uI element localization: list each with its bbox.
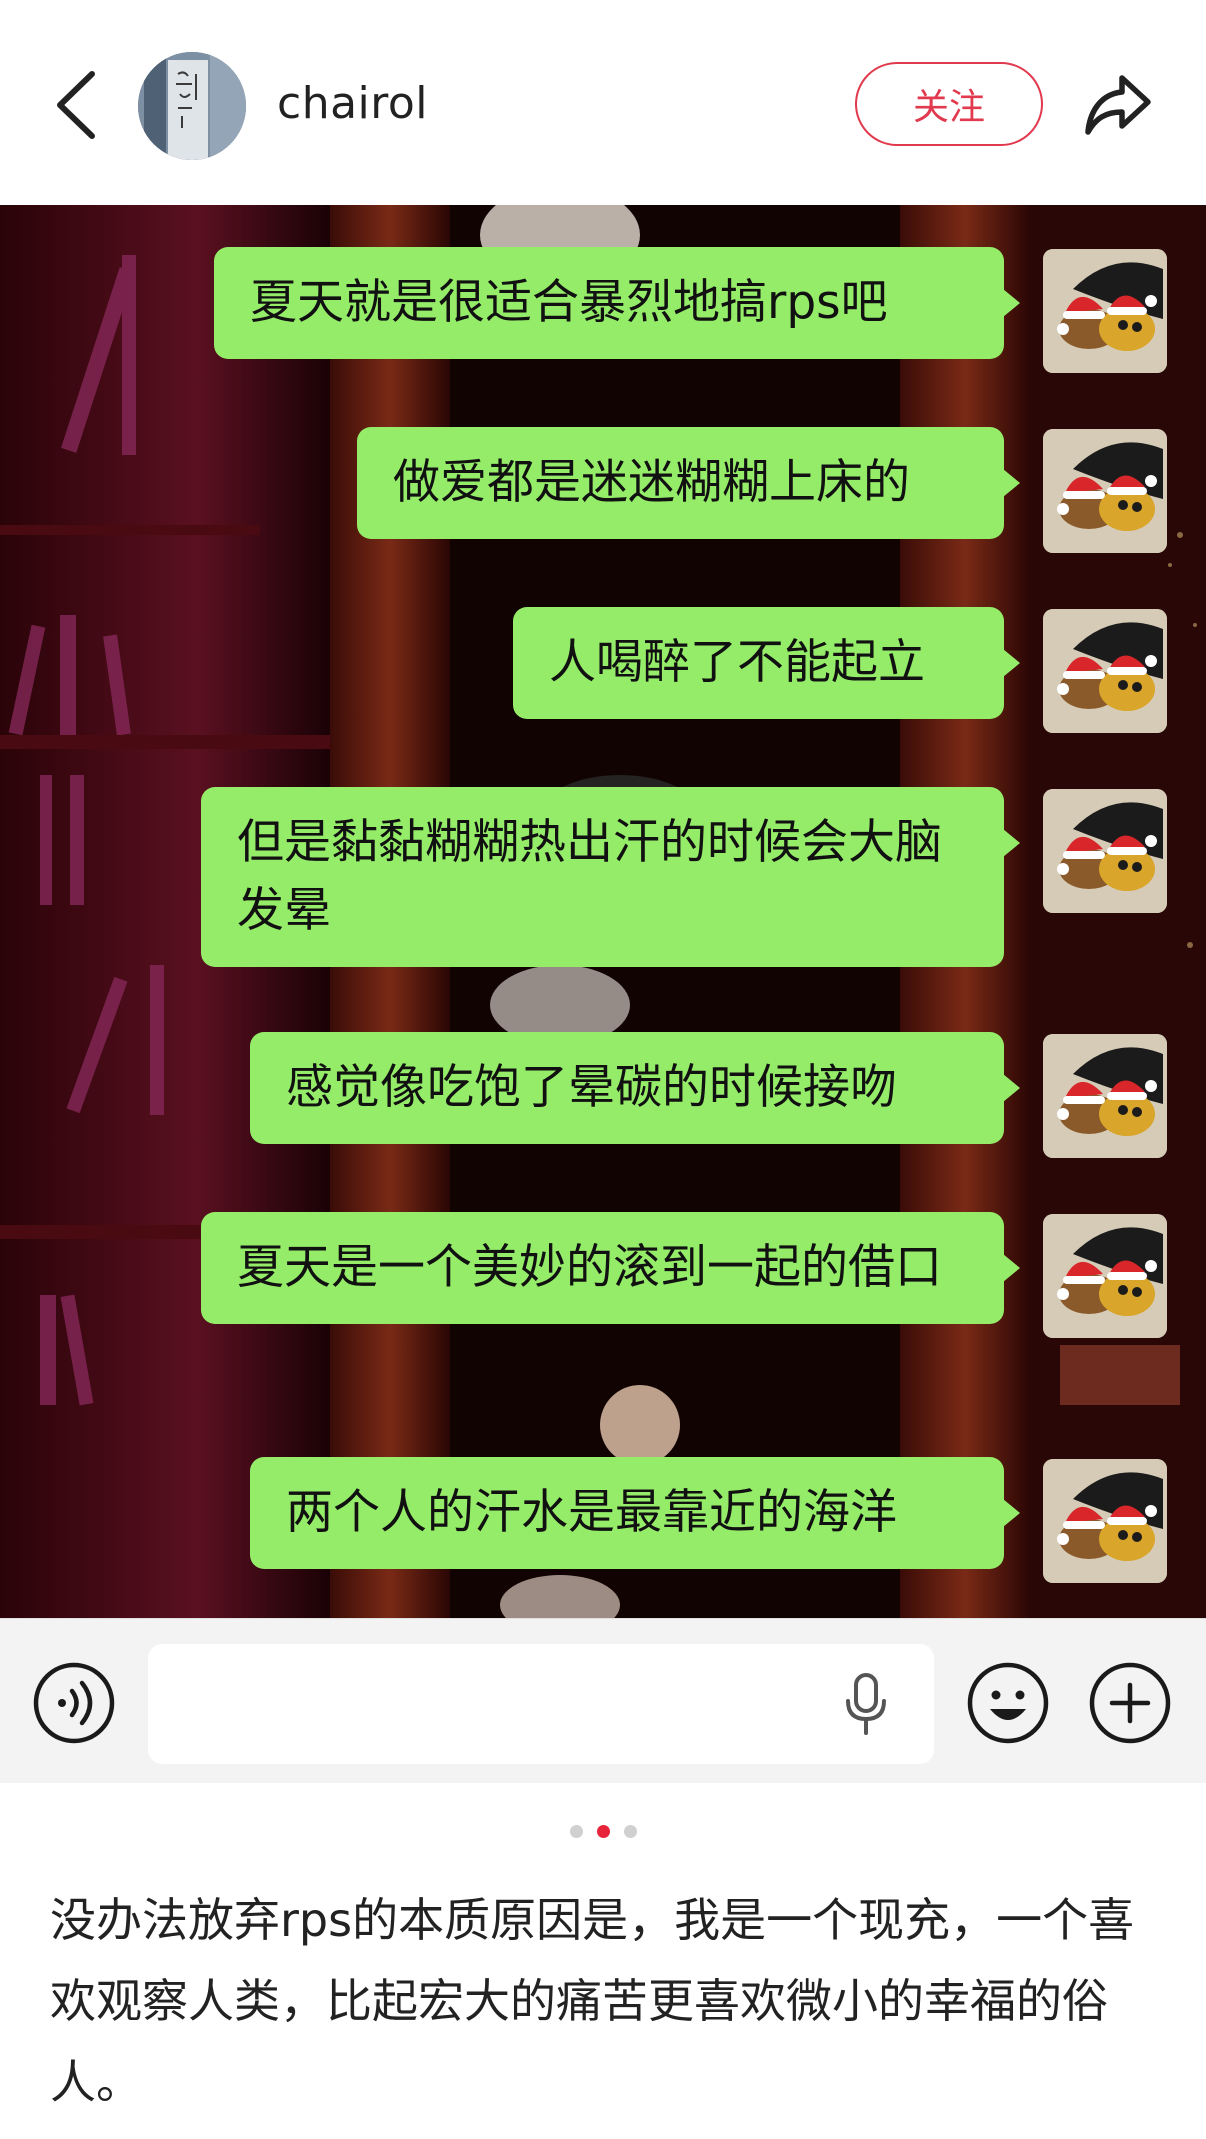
- post-header: chairol 关注: [0, 0, 1206, 205]
- sender-avatar: [1043, 429, 1167, 553]
- user-avatar[interactable]: [138, 52, 246, 160]
- emoji-icon[interactable]: [966, 1661, 1050, 1745]
- chat-message-bubble: 感觉像吃饱了晕碳的时候接吻: [250, 1032, 1020, 1144]
- back-arrow-icon[interactable]: [48, 68, 104, 142]
- microphone-icon[interactable]: [838, 1671, 894, 1737]
- follow-button[interactable]: 关注: [855, 62, 1043, 146]
- image-pagination-dots: [0, 1825, 1206, 1845]
- follow-button-label: 关注: [912, 87, 985, 128]
- voice-icon[interactable]: [32, 1661, 116, 1745]
- message-text: 做爱都是迷迷糊糊上床的: [393, 455, 910, 510]
- chat-message-bubble: 两个人的汗水是最靠近的海洋: [250, 1457, 1020, 1569]
- chat-message-bubble: 人喝醉了不能起立: [513, 607, 1020, 719]
- username[interactable]: chairol: [277, 78, 428, 129]
- message-text: 但是黏黏糊糊热出汗的时候会大脑发晕: [237, 815, 942, 938]
- chat-message-bubble: 夏天是一个美妙的滚到一起的借口: [201, 1212, 1020, 1324]
- message-text: 两个人的汗水是最靠近的海洋: [286, 1485, 897, 1540]
- sender-avatar: [1043, 249, 1167, 373]
- sender-avatar: [1043, 789, 1167, 913]
- sender-avatar: [1043, 1459, 1167, 1583]
- chat-screenshot: 夏天就是很适合暴烈地搞rps吧 做爱都是迷迷糊糊上床的 人喝醉了不能起立 但是黏…: [0, 205, 1206, 1618]
- chat-message-bubble: 但是黏黏糊糊热出汗的时候会大脑发晕: [201, 787, 1020, 967]
- plus-icon[interactable]: [1088, 1661, 1172, 1745]
- chat-message-bubble: 夏天就是很适合暴烈地搞rps吧: [214, 247, 1020, 359]
- share-arrow-icon[interactable]: [1082, 68, 1154, 140]
- sender-avatar: [1043, 609, 1167, 733]
- chat-input-bar: [0, 1618, 1206, 1783]
- sender-avatar: [1043, 1034, 1167, 1158]
- pagination-dot-active[interactable]: [596, 1825, 610, 1838]
- message-text: 感觉像吃饱了晕碳的时候接吻: [286, 1060, 897, 1115]
- pagination-dot[interactable]: [623, 1825, 637, 1838]
- message-text: 夏天就是很适合暴烈地搞rps吧: [250, 275, 888, 330]
- message-text: 人喝醉了不能起立: [549, 635, 925, 690]
- post-caption: 没办法放弃rps的本质原因是，我是一个现充，一个喜欢观察人类，比起宏大的痛苦更喜…: [50, 1893, 1135, 2109]
- pagination-dot[interactable]: [569, 1825, 583, 1838]
- message-text: 夏天是一个美妙的滚到一起的借口: [237, 1240, 942, 1295]
- chat-message-bubble: 做爱都是迷迷糊糊上床的: [357, 427, 1020, 539]
- sender-avatar: [1043, 1214, 1167, 1338]
- message-input[interactable]: [148, 1644, 934, 1764]
